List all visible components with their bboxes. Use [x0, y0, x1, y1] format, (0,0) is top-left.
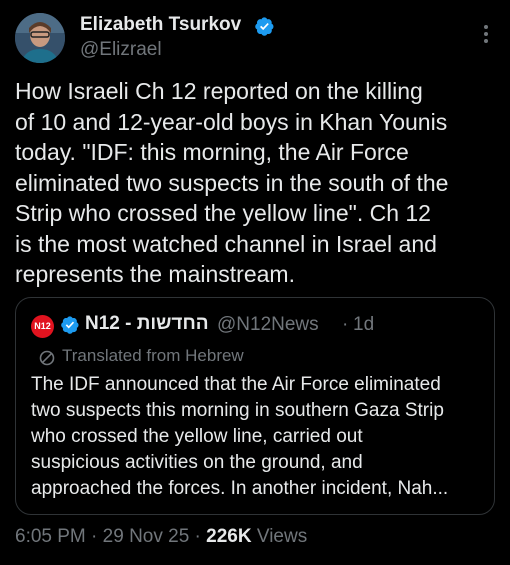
quoted-tweet-card[interactable]: N12 N12 - החדשות @N12News · 1d Translate…	[15, 297, 495, 515]
quote-text-line: suspicious activities on the ground, and	[31, 452, 363, 473]
quote-text-line: two suspects this morning in southern Ga…	[31, 400, 444, 421]
translate-icon	[39, 350, 55, 366]
quote-avatar[interactable]: N12	[31, 315, 54, 338]
meta-separator: ·	[189, 526, 207, 547]
verified-badge-icon	[255, 17, 274, 36]
quote-separator: ·	[342, 314, 349, 335]
tweet-text-line: today. "IDF: this morning, the Air Force	[15, 139, 409, 165]
verified-badge-icon	[61, 316, 79, 334]
meta-separator: ·	[85, 526, 103, 547]
tweet-text-line: represents the mainstream.	[15, 261, 295, 287]
quote-text-line: who crossed the yellow line, carried out	[31, 426, 363, 447]
tweet-meta: 6:05 PM · 29 Nov 25 · 226K Views	[15, 526, 307, 548]
author-handle[interactable]: @Elizrael	[80, 39, 162, 61]
tweet-text-line: is the most watched channel in Israel an…	[15, 230, 437, 257]
tweet-text-line: eliminated two suspects in the south of …	[15, 169, 449, 196]
author-name[interactable]: Elizabeth Tsurkov	[80, 14, 241, 36]
quote-text-line: approached the forces. In another incide…	[31, 478, 449, 499]
quote-author-name[interactable]: N12 - החדשות	[85, 313, 209, 335]
views-count: 226K	[206, 526, 252, 547]
more-options-icon[interactable]	[476, 22, 496, 46]
quote-timestamp[interactable]: 1d	[353, 314, 374, 336]
tweet-text-line: of 10 and 12-year-old boys in Khan Youni…	[15, 108, 448, 135]
translated-label: Translated from Hebrew	[62, 346, 244, 365]
quote-author-handle[interactable]: @N12News	[217, 314, 319, 336]
tweet-date[interactable]: 29 Nov 25	[103, 526, 190, 547]
user-avatar-icon	[15, 13, 65, 63]
quote-text-line: The IDF announced that the Air Force eli…	[31, 374, 441, 395]
tweet: Elizabeth Tsurkov @Elizrael How Israeli …	[0, 0, 510, 565]
tweet-time[interactable]: 6:05 PM	[15, 526, 86, 547]
tweet-text-line: Strip who crossed the yellow line". Ch 1…	[15, 200, 431, 226]
author-avatar[interactable]	[15, 13, 65, 63]
quote-text: The IDF announced that the Air Force eli…	[31, 372, 491, 502]
tweet-text: How Israeli Ch 12 reported on the killin…	[15, 76, 500, 290]
tweet-text-line: How Israeli Ch 12 reported on the killin…	[15, 78, 423, 104]
views-label: Views	[251, 526, 308, 547]
